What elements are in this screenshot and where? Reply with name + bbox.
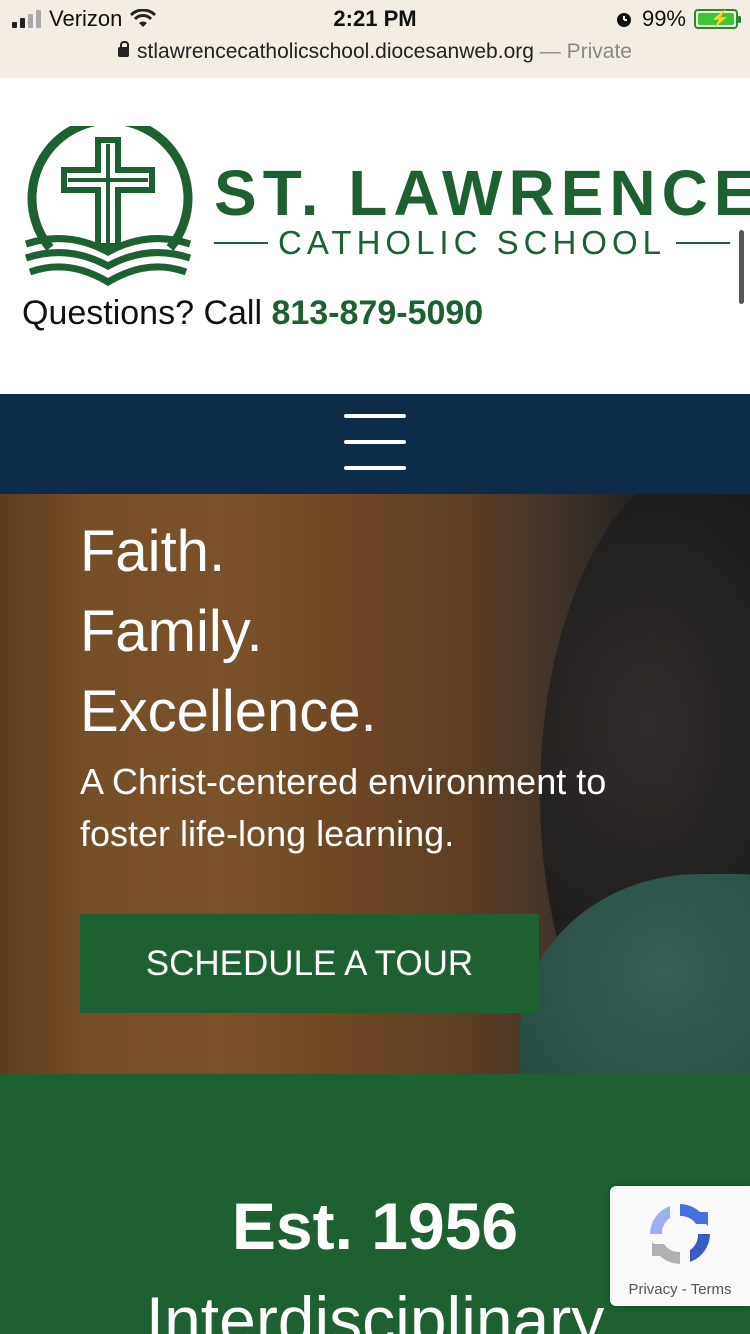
recaptcha-badge[interactable]: Privacy - Terms <box>610 1186 750 1306</box>
url-text: stlawrencecatholicschool.diocesanweb.org <box>137 40 534 63</box>
hero-banner: Faith. Family. Excellence. A Christ-cent… <box>0 494 750 1074</box>
alarm-icon <box>616 13 631 27</box>
school-name[interactable]: ST. LAWRENCE <box>214 156 750 230</box>
address-bar[interactable]: stlawrencecatholicschool.diocesanweb.org… <box>0 40 750 64</box>
privacy-link[interactable]: Privacy <box>628 1281 677 1298</box>
schedule-tour-button[interactable]: SCHEDULE A TOUR <box>80 914 539 1013</box>
hero-heading-faith: Faith. <box>80 519 226 584</box>
nav-bar <box>0 394 750 494</box>
terms-link[interactable]: Terms <box>691 1281 732 1298</box>
status-right: 99% ⚡ <box>614 6 741 32</box>
site-header: ST. LAWRENCE CATHOLIC SCHOOL Questions? … <box>0 78 750 394</box>
hero-heading-family: Family. <box>80 599 263 664</box>
divider <box>675 242 730 244</box>
recaptcha-links: Privacy - Terms <box>610 1281 750 1298</box>
hamburger-menu-icon[interactable] <box>344 414 406 474</box>
phone-link[interactable]: 813-879-5090 <box>271 294 483 332</box>
recaptcha-icon <box>650 1204 710 1264</box>
hero-heading-excellence: Excellence. <box>80 679 377 744</box>
divider <box>214 242 269 244</box>
questions-label: Questions? Call <box>22 294 263 332</box>
hero-tagline: A Christ-centered environment to foster … <box>80 761 607 854</box>
status-bar: Verizon 2:21 PM 99% ⚡ stlawrencecatholic… <box>0 0 750 78</box>
private-label: — Private <box>539 40 632 63</box>
battery-percent: 99% <box>641 6 686 31</box>
separator: - <box>677 1281 691 1298</box>
school-subtitle: CATHOLIC SCHOOL <box>214 224 730 262</box>
school-subtitle-text: CATHOLIC SCHOOL <box>278 224 666 261</box>
battery-icon: ⚡ <box>694 9 741 29</box>
contact-line: Questions? Call 813-879-5090 <box>22 294 483 333</box>
scrollbar[interactable] <box>739 230 744 304</box>
cross-book-emblem-icon[interactable] <box>22 126 194 288</box>
lock-icon <box>118 41 130 57</box>
